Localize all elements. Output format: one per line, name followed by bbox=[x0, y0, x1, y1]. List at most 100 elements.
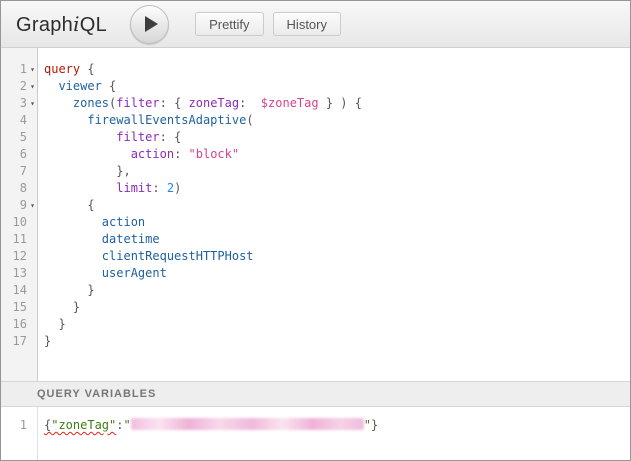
token-ws bbox=[44, 300, 73, 314]
line-number: 10 bbox=[1, 214, 27, 231]
token-prop: clientRequestHTTPHost bbox=[102, 249, 254, 263]
fold-marker-icon[interactable]: ▾ bbox=[27, 95, 38, 112]
code-text: } bbox=[38, 316, 66, 333]
line-number: 1 bbox=[1, 417, 27, 434]
code-line[interactable]: 6 action: "block" bbox=[1, 146, 630, 163]
code-line[interactable]: 7 }, bbox=[1, 163, 630, 180]
code-text: datetime bbox=[38, 231, 160, 248]
code-text: } bbox=[38, 333, 51, 350]
line-number: 7 bbox=[1, 163, 27, 180]
execute-query-button[interactable] bbox=[130, 5, 169, 44]
token-ws bbox=[44, 79, 58, 93]
token-punct: ) bbox=[174, 181, 181, 195]
token-var: $zoneTag bbox=[261, 96, 319, 110]
token-attr: limit bbox=[116, 181, 152, 195]
token-punct: : bbox=[116, 418, 123, 432]
line-number: 5 bbox=[1, 129, 27, 146]
line-number: 8 bbox=[1, 180, 27, 197]
graphiql-logo: GraphiQL bbox=[16, 12, 107, 37]
play-icon bbox=[145, 16, 158, 32]
code-text: userAgent bbox=[38, 265, 167, 282]
token-prop: zones bbox=[73, 96, 109, 110]
line-number: 3 bbox=[1, 95, 27, 112]
code-line[interactable]: 10 action bbox=[1, 214, 630, 231]
code-text: { bbox=[38, 197, 95, 214]
token-kw: query bbox=[44, 62, 80, 76]
code-line[interactable]: 4 firewallEventsAdaptive( bbox=[1, 112, 630, 129]
query-editor[interactable]: 1▾query {2▾ viewer {3▾ zones(filter: { z… bbox=[1, 48, 630, 381]
fold-marker-empty bbox=[27, 282, 38, 299]
fold-marker-empty bbox=[27, 299, 38, 316]
token-punct: } bbox=[371, 418, 378, 432]
code-text: firewallEventsAdaptive( bbox=[38, 112, 254, 129]
token-prop: viewer bbox=[58, 79, 101, 93]
token-ws bbox=[44, 232, 102, 246]
query-variables-title[interactable]: QUERY VARIABLES bbox=[1, 381, 630, 407]
fold-marker-empty bbox=[27, 112, 38, 129]
token-attr: filter bbox=[116, 130, 159, 144]
code-line[interactable]: 5 filter: { bbox=[1, 129, 630, 146]
history-button[interactable]: History bbox=[273, 12, 341, 36]
line-number: 1 bbox=[1, 61, 27, 78]
token-ws bbox=[44, 147, 131, 161]
token-ws bbox=[44, 164, 116, 178]
code-text: clientRequestHTTPHost bbox=[38, 248, 254, 265]
fold-marker-empty bbox=[27, 316, 38, 333]
code-line[interactable]: 9▾ { bbox=[1, 197, 630, 214]
fold-marker-empty bbox=[27, 248, 38, 265]
variables-editor[interactable]: 1 {"zoneTag":""} bbox=[1, 407, 630, 460]
code-text: action: "block" bbox=[38, 146, 239, 163]
line-number: 9 bbox=[1, 197, 27, 214]
code-text: query { bbox=[38, 61, 95, 78]
code-line[interactable]: 16 } bbox=[1, 316, 630, 333]
line-number: 2 bbox=[1, 78, 27, 95]
code-line[interactable]: 14 } bbox=[1, 282, 630, 299]
token-prop: firewallEventsAdaptive bbox=[87, 113, 246, 127]
code-line[interactable]: 17} bbox=[1, 333, 630, 350]
code-line[interactable]: 1▾query { bbox=[1, 61, 630, 78]
prettify-button[interactable]: Prettify bbox=[195, 12, 263, 36]
code-text: }, bbox=[38, 163, 131, 180]
code-line[interactable]: 1 {"zoneTag":""} bbox=[1, 417, 630, 434]
token-str: "block" bbox=[189, 147, 240, 161]
code-line[interactable]: 3▾ zones(filter: { zoneTag: $zoneTag } )… bbox=[1, 95, 630, 112]
token-num: 2 bbox=[167, 181, 174, 195]
code-line[interactable]: 8 limit: 2) bbox=[1, 180, 630, 197]
logo-text-post: QL bbox=[80, 14, 107, 36]
code-text: } bbox=[38, 282, 95, 299]
line-number: 16 bbox=[1, 316, 27, 333]
code-text: viewer { bbox=[38, 78, 116, 95]
line-number: 11 bbox=[1, 231, 27, 248]
toolbar: GraphiQL Prettify History bbox=[1, 1, 630, 48]
code-line[interactable]: 13 userAgent bbox=[1, 265, 630, 282]
token-jstr: " bbox=[124, 418, 131, 432]
token-ws bbox=[44, 215, 102, 229]
fold-marker-icon[interactable]: ▾ bbox=[27, 197, 38, 214]
fold-marker-icon[interactable]: ▾ bbox=[27, 78, 38, 95]
token-ws bbox=[44, 113, 87, 127]
query-code-lines: 1▾query {2▾ viewer {3▾ zones(filter: { z… bbox=[1, 61, 630, 350]
token-punct: } ) { bbox=[319, 96, 362, 110]
code-line[interactable]: 2▾ viewer { bbox=[1, 78, 630, 95]
line-number: 17 bbox=[1, 333, 27, 350]
fold-marker-empty bbox=[27, 231, 38, 248]
token-attr: filter bbox=[116, 96, 159, 110]
line-number: 13 bbox=[1, 265, 27, 282]
token-punct: } bbox=[44, 334, 51, 348]
code-text: } bbox=[38, 299, 80, 316]
code-line[interactable]: 11 datetime bbox=[1, 231, 630, 248]
code-text: action bbox=[38, 214, 145, 231]
token-ws bbox=[44, 198, 87, 212]
token-prop: userAgent bbox=[102, 266, 167, 280]
token-ws bbox=[44, 181, 116, 195]
fold-marker-empty bbox=[27, 129, 38, 146]
fold-marker-icon[interactable]: ▾ bbox=[27, 61, 38, 78]
code-line[interactable]: 15 } bbox=[1, 299, 630, 316]
token-punct: : { bbox=[160, 96, 189, 110]
fold-marker-empty bbox=[27, 265, 38, 282]
line-number: 12 bbox=[1, 248, 27, 265]
code-text: {"zoneTag":""} bbox=[38, 417, 378, 434]
line-number: 4 bbox=[1, 112, 27, 129]
code-line[interactable]: 12 clientRequestHTTPHost bbox=[1, 248, 630, 265]
fold-marker-empty bbox=[27, 180, 38, 197]
